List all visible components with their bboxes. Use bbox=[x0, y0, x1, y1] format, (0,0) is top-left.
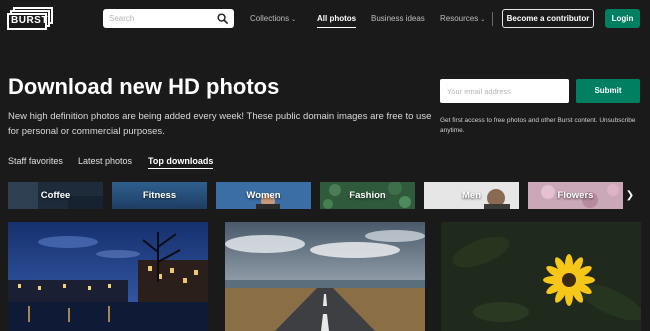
tab-label: Latest photos bbox=[78, 156, 133, 166]
category-women[interactable]: Women bbox=[216, 182, 311, 209]
category-label: Men bbox=[462, 190, 481, 201]
search-icon[interactable] bbox=[217, 13, 228, 24]
page-subtitle: New high definition photos are being add… bbox=[8, 111, 432, 137]
category-label: Coffee bbox=[40, 190, 71, 201]
tab-label: Staff favorites bbox=[8, 156, 63, 166]
category-label: Fitness bbox=[142, 190, 177, 201]
become-contributor-button[interactable]: Become a contributor bbox=[502, 9, 594, 28]
category-coffee[interactable]: Coffee bbox=[8, 182, 103, 209]
tab-top-downloads[interactable]: Top downloads bbox=[148, 156, 214, 169]
nav-resources[interactable]: Resources ⌄ bbox=[440, 0, 485, 38]
email-note: Get first access to free photos and othe… bbox=[440, 117, 636, 134]
photo-card[interactable] bbox=[441, 222, 641, 331]
category-label: Flowers bbox=[557, 190, 594, 201]
yellow-flower-photo bbox=[441, 222, 641, 331]
chevron-right-icon[interactable]: ❯ bbox=[622, 182, 638, 209]
photo-card[interactable] bbox=[8, 222, 208, 331]
email-field-wrapper[interactable] bbox=[440, 79, 569, 103]
nav-all-photos[interactable]: All photos bbox=[317, 0, 357, 38]
email-field[interactable] bbox=[440, 79, 569, 103]
chevron-down-icon: ⌄ bbox=[480, 17, 486, 23]
burst-logo[interactable]: BURST bbox=[7, 7, 53, 30]
city-canal-night-photo bbox=[8, 222, 208, 331]
nav-resources-label: Resources bbox=[440, 14, 479, 23]
category-fashion[interactable]: Fashion bbox=[320, 182, 415, 209]
nav-business-ideas-label: Business ideas bbox=[371, 14, 425, 23]
nav-all-photos-label: All photos bbox=[317, 14, 357, 23]
active-underline bbox=[148, 168, 214, 169]
tab-latest-photos[interactable]: Latest photos bbox=[78, 156, 132, 166]
nav-divider bbox=[492, 12, 493, 26]
tab-label: Top downloads bbox=[148, 156, 214, 166]
submit-button[interactable]: Submit bbox=[576, 79, 640, 103]
nav-collections[interactable]: Collections ⌄ bbox=[250, 0, 296, 38]
category-flowers[interactable]: Flowers bbox=[528, 182, 623, 209]
photo-card[interactable] bbox=[225, 222, 425, 331]
chevron-down-icon: ⌄ bbox=[291, 17, 297, 23]
logo-text: BURST bbox=[11, 15, 48, 26]
login-button[interactable]: Login bbox=[605, 9, 640, 28]
active-underline bbox=[317, 27, 357, 28]
nav-collections-label: Collections bbox=[250, 14, 290, 23]
nav-business-ideas[interactable]: Business ideas bbox=[371, 0, 425, 38]
search-input[interactable] bbox=[103, 9, 213, 28]
open-road-photo bbox=[225, 222, 425, 331]
category-label: Women bbox=[246, 190, 281, 201]
category-fitness[interactable]: Fitness bbox=[112, 182, 207, 209]
page-title: Download new HD photos bbox=[8, 74, 280, 99]
search-box[interactable] bbox=[103, 9, 234, 28]
category-label: Fashion bbox=[349, 190, 386, 201]
category-men[interactable]: Men bbox=[424, 182, 519, 209]
top-navigation: BURST Collections⌄ All photos Business i… bbox=[0, 0, 650, 38]
tab-staff-favorites[interactable]: Staff favorites bbox=[8, 156, 63, 166]
